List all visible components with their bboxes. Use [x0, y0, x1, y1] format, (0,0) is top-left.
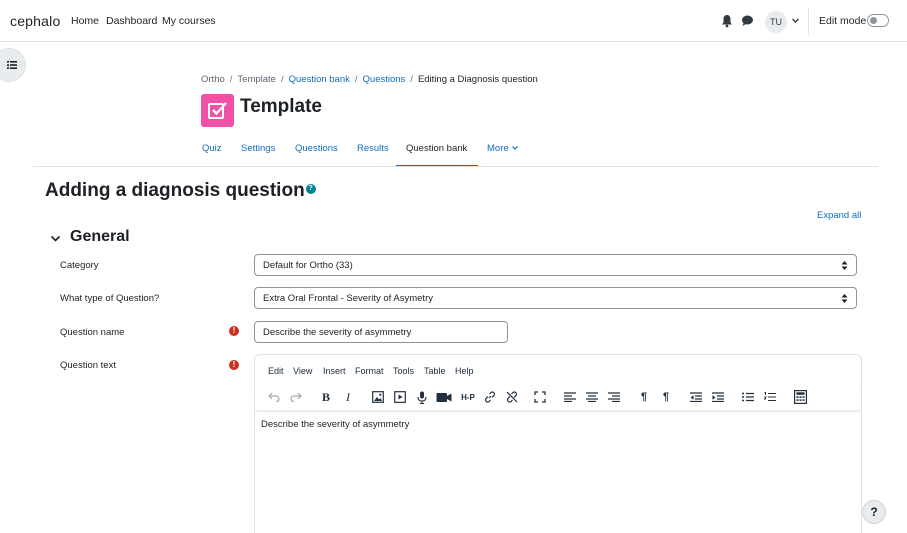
tab-results[interactable]: Results — [357, 143, 389, 154]
question-text-editor: Edit View Insert Format Tools Table Help… — [254, 354, 862, 533]
expand-all-link[interactable]: Expand all — [817, 210, 861, 221]
nav-my-courses-link[interactable]: My courses — [162, 15, 216, 27]
tab-settings[interactable]: Settings — [241, 143, 275, 154]
site-brand[interactable]: cephalo — [10, 13, 60, 29]
menu-table[interactable]: Table — [424, 366, 446, 376]
outdent-icon[interactable] — [687, 388, 705, 406]
question-name-label: Question name — [60, 327, 125, 338]
category-select-value: Default for Ortho (33) — [263, 260, 353, 271]
question-type-label: What type of Question? — [60, 293, 160, 304]
toggle-knob — [870, 17, 877, 24]
breadcrumb-questions[interactable]: Questions — [363, 74, 406, 85]
category-label: Category — [60, 260, 99, 271]
edit-mode-label: Edit mode — [819, 15, 867, 27]
bold-icon[interactable]: B — [317, 388, 335, 406]
editor-toolbar: B I H-P ¶ ¶ — [255, 385, 861, 411]
chevron-down-icon[interactable] — [791, 16, 800, 25]
edit-mode-toggle[interactable] — [867, 14, 889, 27]
breadcrumb-template[interactable]: Template — [237, 74, 276, 85]
menu-insert[interactable]: Insert — [323, 366, 346, 376]
top-navbar: cephalo Home Dashboard My courses TU Edi… — [0, 0, 907, 42]
notifications-bell-icon[interactable] — [721, 14, 733, 28]
question-type-select[interactable]: Extra Oral Frontal - Severity of Asymetr… — [254, 287, 857, 309]
align-left-icon[interactable] — [561, 388, 579, 406]
video-camera-icon[interactable] — [435, 388, 453, 406]
nav-home-link[interactable]: Home — [71, 15, 99, 27]
editor-menubar: Edit View Insert Format Tools Table Help — [255, 355, 861, 385]
editor-content-area[interactable]: Describe the severity of asymmetry — [261, 419, 409, 430]
question-text-label: Question text — [60, 360, 116, 371]
messages-chat-icon[interactable] — [741, 14, 754, 27]
media-icon[interactable] — [391, 388, 409, 406]
microphone-icon[interactable] — [413, 388, 431, 406]
course-index-drawer-button[interactable] — [0, 48, 26, 82]
chevron-down-icon — [511, 146, 518, 151]
link-icon[interactable] — [481, 388, 499, 406]
ltr-icon[interactable]: ¶ — [635, 388, 653, 406]
menu-edit[interactable]: Edit — [268, 366, 284, 376]
list-icon — [7, 61, 17, 69]
chevron-down-icon[interactable] — [50, 233, 61, 244]
indent-icon[interactable] — [709, 388, 727, 406]
select-arrows-icon — [841, 294, 848, 303]
question-type-select-value: Extra Oral Frontal - Severity of Asymetr… — [263, 293, 433, 304]
form-heading: Adding a diagnosis question? — [45, 180, 316, 202]
redo-icon[interactable] — [287, 388, 305, 406]
tabs-divider — [33, 166, 878, 167]
unlink-icon[interactable] — [503, 388, 521, 406]
calculator-icon[interactable] — [791, 388, 809, 406]
form-heading-text: Adding a diagnosis question — [45, 180, 305, 201]
tab-quiz[interactable]: Quiz — [202, 143, 222, 154]
italic-icon[interactable]: I — [339, 388, 357, 406]
menu-view[interactable]: View — [293, 366, 312, 376]
breadcrumb-separator: / — [229, 74, 233, 85]
tab-more[interactable]: More — [487, 143, 519, 154]
breadcrumb: Ortho / Template / Question bank / Questions / E… — [201, 74, 538, 85]
nav-dashboard-link[interactable]: Dashboard — [106, 15, 157, 27]
page-title: Template — [240, 96, 323, 117]
breadcrumb-separator: / — [410, 74, 413, 85]
fullscreen-icon[interactable] — [531, 388, 549, 406]
help-floating-button[interactable]: ? — [862, 500, 886, 524]
h5p-icon[interactable]: H-P — [458, 388, 478, 406]
tab-more-label: More — [487, 143, 509, 154]
breadcrumb-separator: / — [354, 74, 358, 85]
checkbox-icon — [208, 102, 227, 119]
breadcrumb-separator: / — [280, 74, 284, 85]
breadcrumb-current: Editing a Diagnosis question — [417, 74, 538, 85]
rtl-icon[interactable]: ¶ — [657, 388, 675, 406]
menu-tools[interactable]: Tools — [393, 366, 414, 376]
section-general-title[interactable]: General — [70, 228, 130, 246]
help-icon[interactable]: ? — [305, 183, 316, 194]
breadcrumb-question-bank[interactable]: Question bank — [289, 74, 350, 85]
numbered-list-icon[interactable] — [761, 388, 779, 406]
tab-questions[interactable]: Questions — [295, 143, 338, 154]
question-name-input[interactable]: Describe the severity of asymmetry — [254, 321, 508, 343]
required-icon: ! — [229, 326, 239, 336]
secondary-navigation: Quiz Settings Questions Results Question… — [0, 138, 907, 168]
align-right-icon[interactable] — [605, 388, 623, 406]
menu-help[interactable]: Help — [455, 366, 474, 376]
align-center-icon[interactable] — [583, 388, 601, 406]
menu-format[interactable]: Format — [355, 366, 384, 376]
quiz-activity-icon — [201, 94, 234, 127]
undo-icon[interactable] — [265, 388, 283, 406]
category-select[interactable]: Default for Ortho (33) — [254, 254, 857, 276]
navbar-divider — [808, 8, 809, 35]
breadcrumb-ortho[interactable]: Ortho — [201, 74, 225, 85]
user-avatar[interactable]: TU — [765, 11, 787, 33]
bullet-list-icon[interactable] — [739, 388, 757, 406]
required-icon: ! — [229, 360, 239, 370]
select-arrows-icon — [841, 261, 848, 270]
image-icon[interactable] — [369, 388, 387, 406]
tab-question-bank[interactable]: Question bank — [406, 143, 467, 154]
